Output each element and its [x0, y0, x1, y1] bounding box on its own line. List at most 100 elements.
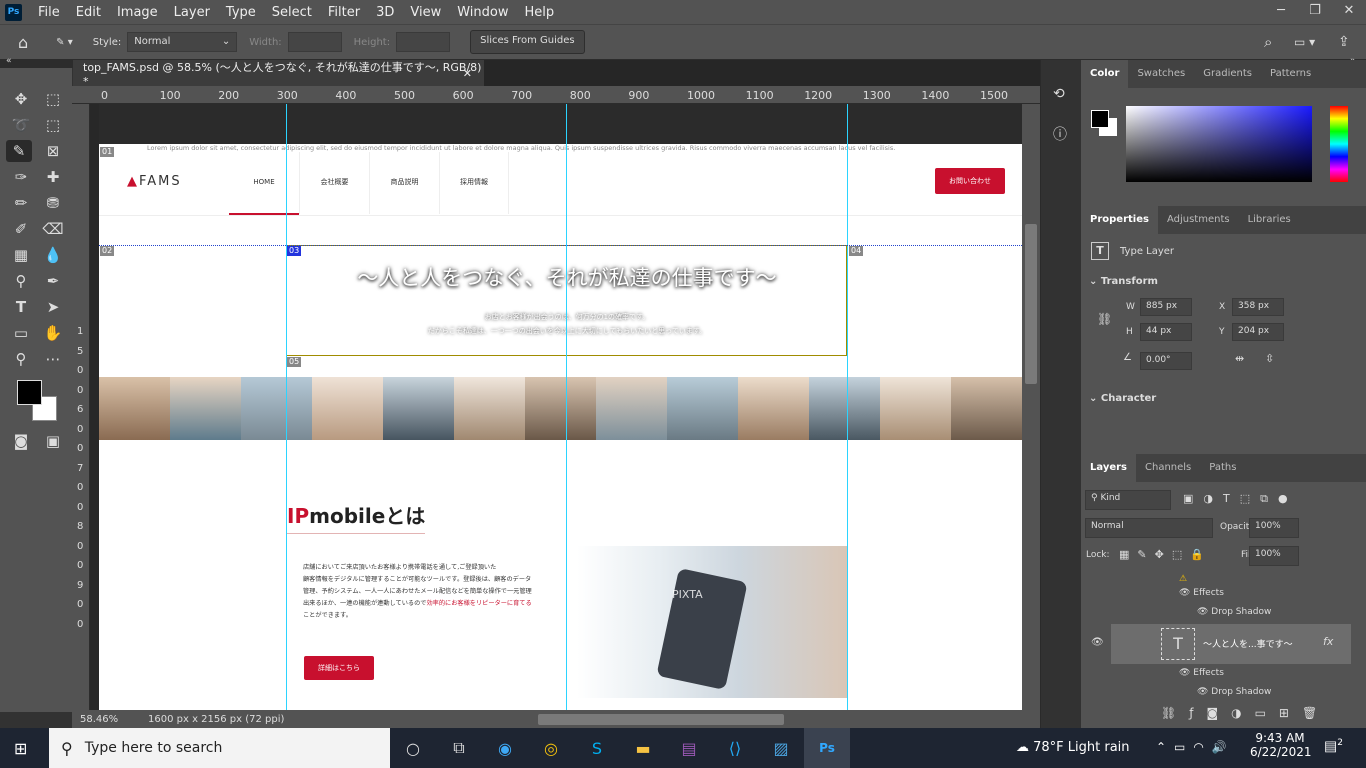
eye-icon[interactable]: 👁 — [1197, 687, 1211, 697]
close-tab-icon[interactable]: ✕ — [463, 67, 472, 80]
slice-tool-preset-icon[interactable]: ✎ ▾ — [56, 37, 73, 48]
eyedropper-icon[interactable]: ✑ — [8, 166, 34, 188]
taskbar-search[interactable]: ⚲ Type here to search — [49, 728, 390, 768]
start-icon[interactable]: ⊞ — [14, 739, 27, 758]
stamp-tool-icon[interactable]: ⛃ — [40, 192, 66, 214]
guide-line[interactable] — [847, 104, 848, 710]
y-field[interactable]: 204 px — [1232, 323, 1284, 341]
eye-icon[interactable]: 👁 — [1179, 668, 1193, 678]
horizontal-scroll-thumb[interactable] — [538, 714, 784, 725]
healing-brush-icon[interactable]: ✚ — [40, 166, 66, 188]
height-field[interactable]: 44 px — [1140, 323, 1192, 341]
scroll-thumb[interactable] — [1025, 224, 1037, 384]
search-icon[interactable]: ⌕ — [1264, 33, 1272, 51]
zoom-tool-icon[interactable]: ⚲ — [8, 348, 34, 370]
task-view-icon[interactable]: ⧉ — [436, 728, 482, 768]
document-tab[interactable]: top_FAMS.psd @ 58.5% (〜人と人をつなぐ, それが私達の仕事… — [73, 60, 484, 88]
eye-icon[interactable]: 👁 — [1197, 607, 1211, 617]
screen-mode-icon[interactable]: ▣ — [40, 430, 66, 452]
tab-channels[interactable]: Channels — [1136, 454, 1200, 482]
tab-paths[interactable]: Paths — [1200, 454, 1245, 482]
skype-icon[interactable]: S — [574, 728, 620, 768]
kind-filter[interactable]: ⚲ Kind — [1085, 490, 1171, 510]
tray-icons[interactable]: ⌃▭◠🔊 — [1156, 740, 1235, 754]
effects-row[interactable]: 👁 Effects — [1179, 588, 1224, 598]
layers-footer-icons[interactable]: ⛓ƒ◙◑▭⊞🗑 — [1161, 706, 1330, 720]
nav-recruit[interactable]: 採用情報 — [439, 152, 509, 214]
menu-layer[interactable]: Layer — [166, 5, 218, 20]
flip-horizontal-icon[interactable]: ⇹ — [1235, 352, 1244, 365]
vscode-icon[interactable]: ⟨⟩ — [712, 728, 758, 768]
lock-icons[interactable]: ▦✎✥⬚🔒 — [1119, 548, 1212, 561]
nav-product[interactable]: 商品説明 — [369, 152, 439, 214]
tab-gradients[interactable]: Gradients — [1194, 60, 1261, 88]
type-tool-icon[interactable]: T — [8, 296, 34, 318]
restore-icon[interactable]: ❐ — [1298, 0, 1332, 24]
photos-icon[interactable]: ▨ — [758, 728, 804, 768]
document-page[interactable]: Lorem ipsum dolor sit amet, consectetur … — [99, 104, 1022, 710]
menu-window[interactable]: Window — [449, 5, 516, 20]
file-explorer-icon[interactable]: ▬ — [620, 728, 666, 768]
foreground-color-swatch[interactable] — [17, 380, 42, 405]
menu-select[interactable]: Select — [264, 5, 320, 20]
layer-row-selected[interactable]: T 〜人と人を...事です〜 fx — [1111, 624, 1351, 664]
layer-name[interactable]: 〜人と人を...事です〜 — [1203, 637, 1293, 650]
cortana-icon[interactable]: ○ — [390, 728, 436, 768]
move-tool-icon[interactable]: ✥ — [8, 88, 34, 110]
info-icon[interactable]: ⓘ — [1053, 124, 1067, 144]
menu-edit[interactable]: Edit — [68, 5, 109, 20]
zoom-level[interactable]: 58.46% — [80, 714, 118, 725]
doc-size[interactable]: 1600 px x 2156 px (72 ppi) — [148, 714, 284, 725]
angle-field[interactable]: 0.00° — [1140, 352, 1192, 370]
flip-vertical-icon[interactable]: ⇳ — [1265, 352, 1274, 365]
drop-shadow-row[interactable]: 👁 Drop Shadow — [1197, 607, 1271, 617]
notification-icon[interactable]: ▤2 — [1324, 738, 1343, 755]
tab-patterns[interactable]: Patterns — [1261, 60, 1320, 88]
dodge-tool-icon[interactable]: ⚲ — [8, 270, 34, 292]
drop-shadow-row[interactable]: 👁 Drop Shadow — [1197, 687, 1271, 697]
menu-file[interactable]: File — [30, 5, 68, 20]
menu-view[interactable]: View — [402, 5, 449, 20]
color-picker-field[interactable] — [1126, 106, 1312, 182]
chrome-icon[interactable]: ◎ — [528, 728, 574, 768]
height-field[interactable] — [396, 32, 451, 52]
hue-slider[interactable] — [1330, 106, 1348, 182]
path-select-icon[interactable]: ➤ — [40, 296, 66, 318]
detail-button[interactable]: 詳細はこちら — [304, 656, 374, 680]
blur-tool-icon[interactable]: 💧 — [40, 244, 66, 266]
quick-mask-icon[interactable]: ◙ — [8, 430, 34, 452]
object-select-icon[interactable]: ⬚ — [40, 114, 66, 136]
winrar-icon[interactable]: ▤ — [666, 728, 712, 768]
vertical-scrollbar[interactable] — [1022, 104, 1040, 710]
history-brush-icon[interactable]: ✐ — [8, 218, 34, 240]
minimize-icon[interactable]: ─ — [1264, 0, 1298, 24]
rectangle-tool-icon[interactable]: ▭ — [8, 322, 34, 344]
clock[interactable]: 9:43 AM 6/22/2021 — [1250, 731, 1312, 759]
tab-properties[interactable]: Properties — [1081, 206, 1158, 234]
guide-line[interactable] — [286, 104, 287, 710]
width-field[interactable]: 885 px — [1140, 298, 1192, 316]
slices-from-guides-button[interactable]: Slices From Guides — [470, 30, 585, 54]
nav-company[interactable]: 会社概要 — [299, 152, 369, 214]
layer-eye-icon[interactable]: 👁 — [1091, 637, 1104, 648]
menu-type[interactable]: Type — [218, 5, 264, 20]
home-icon[interactable]: ⌂ — [18, 33, 28, 52]
lasso-tool-icon[interactable]: ➰ — [8, 114, 34, 136]
workspace-icon[interactable]: ▭ ▾ — [1294, 35, 1315, 49]
eraser-icon[interactable]: ⌫ — [40, 218, 66, 240]
nav-home[interactable]: HOME — [229, 152, 299, 215]
guide-line[interactable] — [566, 104, 567, 710]
opacity-field[interactable]: 100% — [1249, 518, 1299, 538]
photoshop-taskbar-icon[interactable]: Ps — [804, 728, 850, 768]
contact-button[interactable]: お問い合わせ — [935, 168, 1005, 194]
share-icon[interactable]: ⇪ — [1338, 34, 1350, 50]
tab-color[interactable]: Color — [1081, 60, 1129, 88]
menu-help[interactable]: Help — [517, 5, 563, 20]
slice-tool-icon[interactable]: ✎ — [6, 140, 32, 162]
menu-3d[interactable]: 3D — [368, 5, 402, 20]
edge-icon[interactable]: ◉ — [482, 728, 528, 768]
width-field[interactable] — [287, 32, 342, 52]
x-field[interactable]: 358 px — [1232, 298, 1284, 316]
frame-tool-icon[interactable]: ⊠ — [40, 140, 66, 162]
weather[interactable]: ☁ 78°F Light rain — [1016, 740, 1130, 755]
